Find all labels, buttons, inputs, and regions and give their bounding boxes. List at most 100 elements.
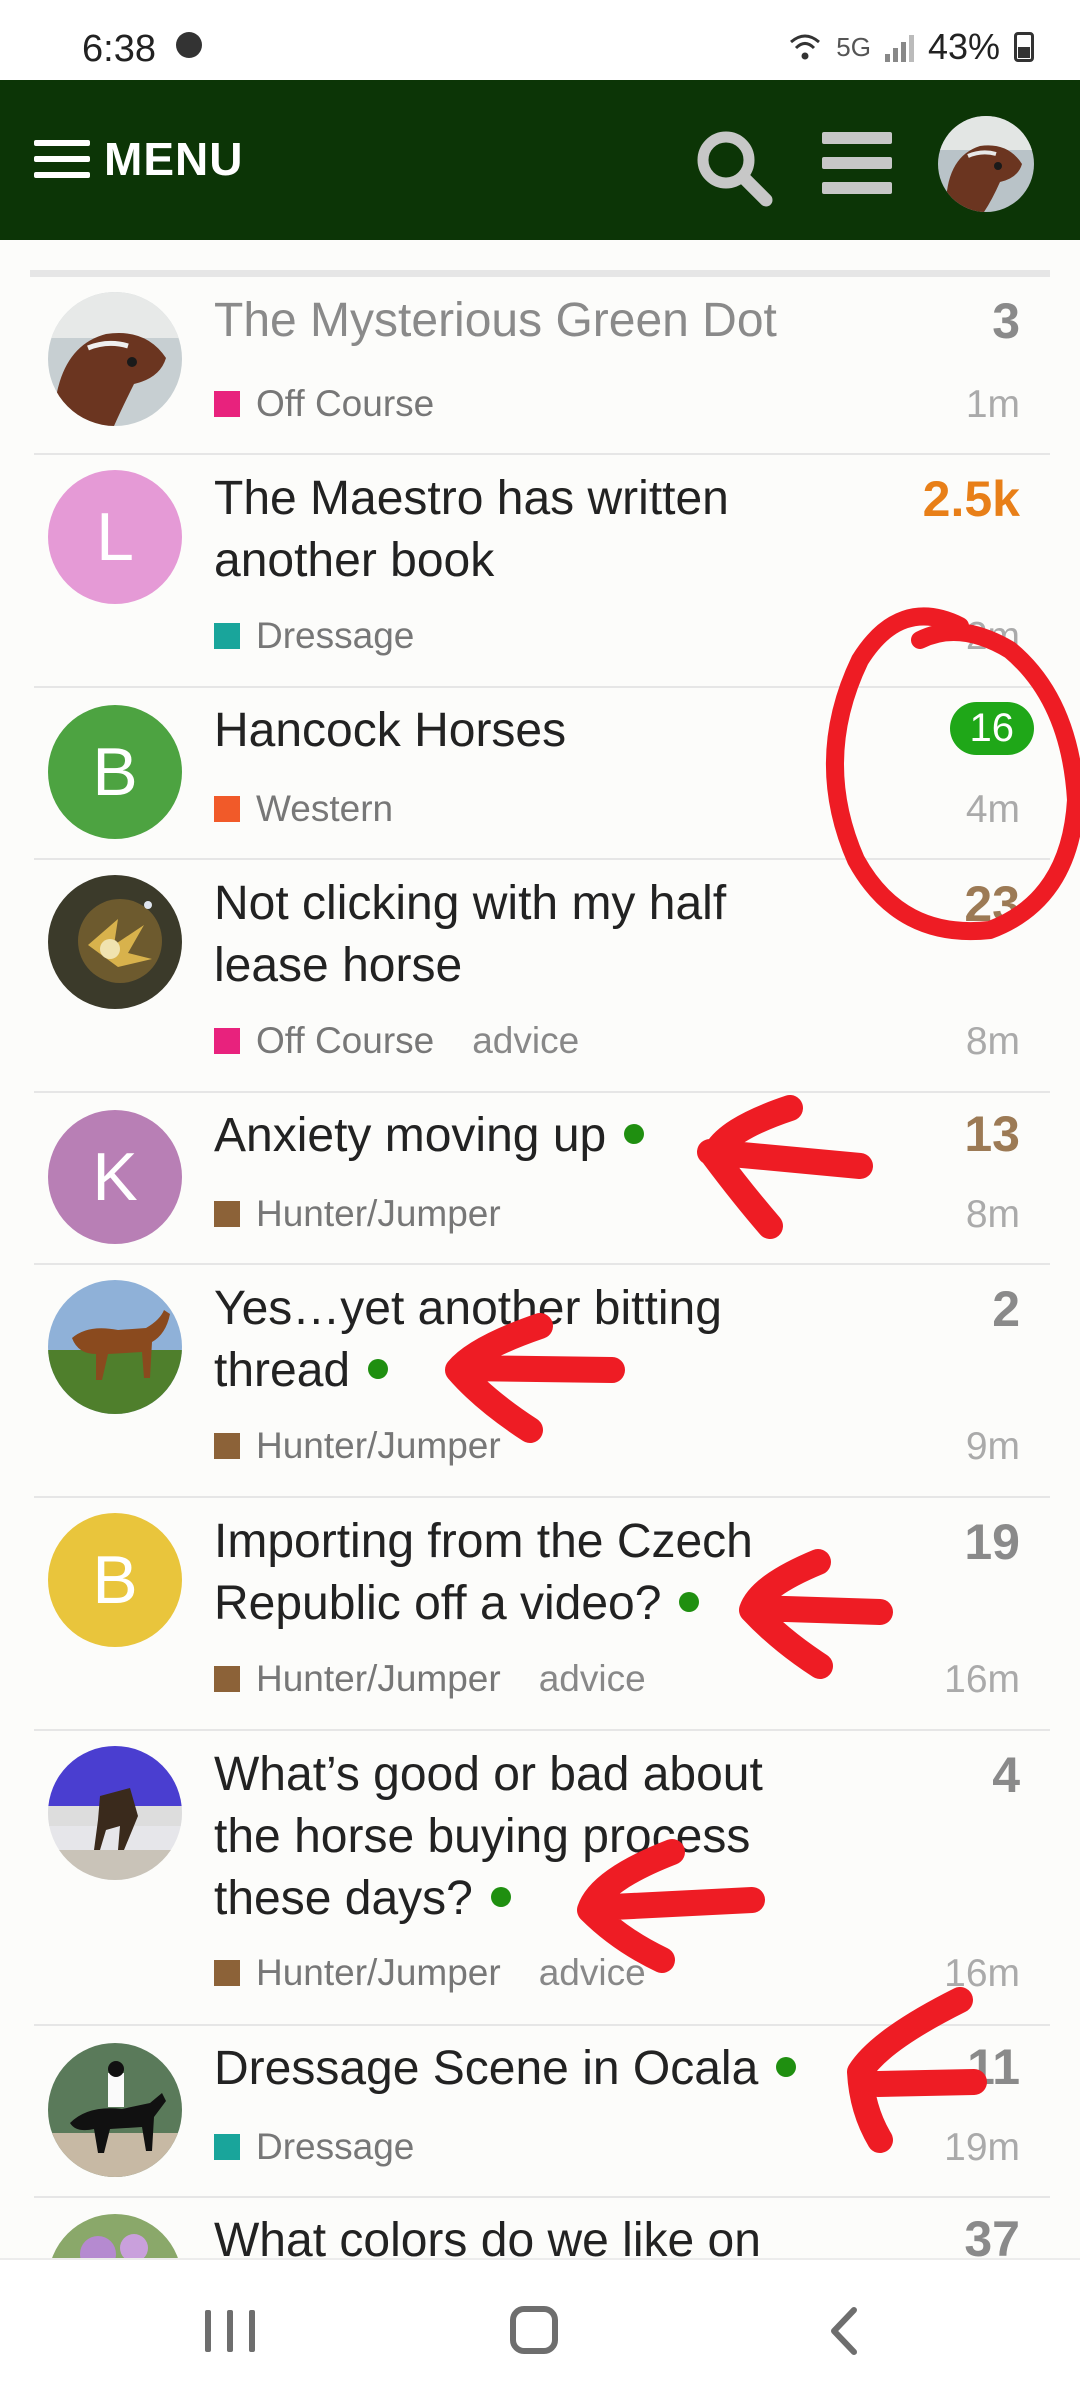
topic-title[interactable]: Dressage Scene in Ocala [214,2038,814,2100]
topic-category[interactable]: Off Course [214,383,434,425]
battery-percent: 43% [927,26,1000,67]
topic-row[interactable]: What colors do we like on 37 [34,2198,1050,2258]
new-topic-dot [776,2057,797,2078]
activity-age[interactable]: 1m [966,383,1020,427]
reply-count[interactable]: 11 [967,2038,1020,2096]
topic-row[interactable]: Yes…yet another bitting thread Hunter/Ju… [34,1265,1050,1498]
category-label: Hunter/Jumper [256,1193,501,1234]
activity-age[interactable]: 16m [944,1658,1020,1702]
list-icon[interactable] [822,132,892,194]
category-label: Hunter/Jumper [256,1425,501,1466]
topic-row[interactable]: K Anxiety moving up Hunter/Jumper 13 8m [34,1093,1050,1265]
category-label: Dressage [256,615,415,656]
activity-age[interactable]: 2m [966,615,1020,659]
topic-category[interactable]: Hunter/Jumper [214,1193,501,1235]
reply-count[interactable]: 2 [992,1280,1020,1338]
category-color-swatch [214,2134,240,2160]
topic-tag[interactable]: advice [539,1658,646,1700]
list-top-divider [30,270,1050,277]
reply-count[interactable]: 3 [992,292,1020,350]
topic-list: The Mysterious Green Dot Off Course 3 1m… [34,277,1050,2258]
topic-row[interactable]: Not clicking with my half lease horse Of… [34,860,1050,1093]
user-avatar[interactable] [938,116,1034,212]
new-topic-dot [490,1887,511,1908]
reply-count[interactable]: 23 [964,875,1020,933]
reply-count[interactable]: 4 [992,1746,1020,1804]
topic-category[interactable]: Hunter/Jumper advice [214,1658,646,1700]
activity-age[interactable]: 19m [944,2126,1020,2170]
topic-row[interactable]: What’s good or bad about the horse buyin… [34,1731,1050,2026]
topic-category[interactable]: Off Course advice [214,1020,579,1062]
topic-title[interactable]: Importing from the Czech Republic off a … [214,1511,814,1635]
reply-count[interactable]: 2.5k [923,470,1020,528]
avatar: L [48,470,182,604]
avatar [48,292,182,426]
category-color-swatch [214,623,240,649]
avatar [48,875,182,1009]
category-color-swatch [214,391,240,417]
reply-count[interactable]: 13 [964,1105,1020,1163]
search-button[interactable] [690,124,780,214]
unread-count-badge[interactable]: 16 [949,702,1034,755]
topic-title[interactable]: Hancock Horses [214,700,814,762]
avatar: K [48,1110,182,1244]
category-color-swatch [214,1028,240,1054]
topic-row[interactable]: Dressage Scene in Ocala Dressage 11 19m [34,2026,1050,2198]
topic-category[interactable]: Dressage [214,2126,414,2168]
activity-age[interactable]: 9m [966,1425,1020,1469]
topic-tag[interactable]: advice [539,1952,646,1994]
topic-title[interactable]: The Mysterious Green Dot [214,290,814,352]
network-type: 5G [836,31,871,62]
system-nav-bar [0,2258,1080,2402]
status-indicators: 5G 43% [788,26,1034,68]
back-icon[interactable] [820,2304,870,2358]
wifi-icon [790,34,821,60]
category-label: Hunter/Jumper [256,1658,501,1699]
topic-category[interactable]: Dressage [214,615,414,657]
app-header: MENU [0,80,1080,240]
topic-title[interactable]: The Maestro has written another book [214,468,814,592]
avatar: B [48,1513,182,1647]
new-topic-dot [679,1592,700,1613]
category-label: Off Course [256,1020,435,1061]
avatar [48,2214,182,2258]
battery-icon [1014,32,1034,62]
new-topic-dot [368,1359,389,1380]
topic-category[interactable]: Hunter/Jumper [214,1425,501,1467]
home-icon[interactable] [510,2306,558,2354]
topic-category[interactable]: Western [214,788,393,830]
topic-title[interactable]: What’s good or bad about the horse buyin… [214,1744,814,1930]
new-topic-dot [624,1124,645,1145]
topic-title[interactable]: Anxiety moving up [214,1105,814,1167]
category-label: Western [256,788,394,829]
activity-age[interactable]: 8m [966,1193,1020,1237]
category-color-swatch [214,1666,240,1692]
activity-age[interactable]: 16m [944,1952,1020,1996]
topic-row[interactable]: B Hancock Horses Western 16 4m [34,688,1050,860]
category-label: Off Course [256,383,435,424]
message-notification-icon [176,32,202,58]
status-time: 6:38 [82,28,156,70]
activity-age[interactable]: 4m [966,788,1020,832]
topic-row[interactable]: The Mysterious Green Dot Off Course 3 1m [34,277,1050,455]
topic-title[interactable]: Not clicking with my half lease horse [214,873,814,997]
avatar [48,2043,182,2177]
activity-age[interactable]: 8m [966,1020,1020,1064]
topic-list-container: The Mysterious Green Dot Off Course 3 1m… [0,240,1080,2258]
reply-count[interactable]: 37 [964,2210,1020,2258]
topic-title[interactable]: What colors do we like on [214,2210,814,2258]
category-color-swatch [214,1433,240,1459]
menu-button[interactable]: MENU [34,132,243,186]
topic-row[interactable]: B Importing from the Czech Republic off … [34,1498,1050,1731]
topic-title[interactable]: Yes…yet another bitting thread [214,1278,814,1402]
category-color-swatch [214,796,240,822]
topic-tag[interactable]: advice [472,1020,579,1062]
category-label: Dressage [256,2126,415,2167]
recent-apps-icon[interactable] [205,2310,255,2352]
reply-count[interactable]: 19 [964,1513,1020,1571]
avatar: B [48,705,182,839]
status-bar: 6:38 5G 43% [0,0,1080,80]
topic-category[interactable]: Hunter/Jumper advice [214,1952,646,1994]
signal-icon [884,32,914,62]
topic-row[interactable]: L The Maestro has written another book D… [34,455,1050,688]
